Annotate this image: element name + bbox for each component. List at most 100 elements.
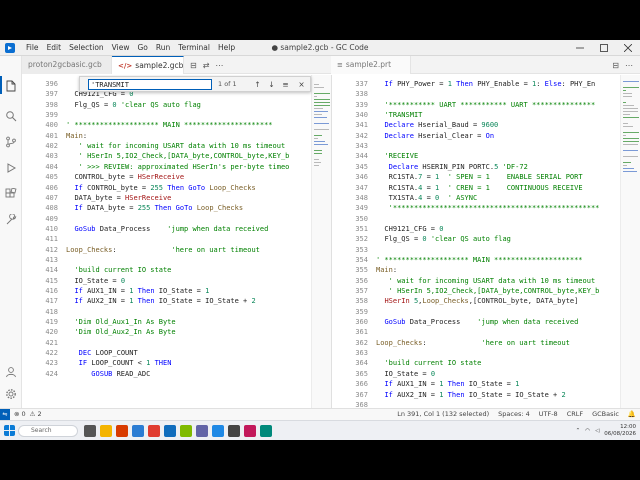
right-code-line[interactable]: CH9121_CFG = 0 xyxy=(376,224,443,234)
right-code-line[interactable]: Declare Hserial_Clear = On xyxy=(376,131,494,141)
diff-icon[interactable]: ⇄ xyxy=(200,61,213,70)
search-icon[interactable] xyxy=(5,110,17,122)
notifications-bell-icon[interactable]: 🔔 xyxy=(628,409,636,420)
pink-app-icon[interactable] xyxy=(244,425,256,437)
task-view-icon[interactable] xyxy=(84,425,96,437)
right-minimap[interactable] xyxy=(620,75,640,408)
find-input[interactable]: 'TRANSMIT xyxy=(88,79,212,90)
minimize-button[interactable] xyxy=(568,40,592,56)
left-code-line[interactable]: If DATA_byte = 255 Then GoTo Loop_Checks xyxy=(66,203,243,213)
green-app-icon[interactable] xyxy=(180,425,192,437)
menu-run[interactable]: Run xyxy=(152,40,174,56)
right-code-line[interactable]: ' ******************** MAIN ************… xyxy=(376,255,583,265)
left-code-line[interactable]: CONTROL_byte = HSerReceive xyxy=(66,172,184,182)
left-code-line[interactable]: If AUX1_IN = 1 Then IO_State = 1 xyxy=(66,286,209,296)
teams-app-icon[interactable] xyxy=(196,425,208,437)
tab-proton2gcbasic[interactable]: proton2gcbasic.gcb xyxy=(22,56,112,74)
red-app-icon[interactable] xyxy=(148,425,160,437)
mail-app-icon[interactable] xyxy=(164,425,176,437)
teal-app-icon[interactable] xyxy=(260,425,272,437)
find-previous-button[interactable]: ↑ xyxy=(252,77,263,92)
find-next-button[interactable]: ↓ xyxy=(266,77,277,92)
more-actions-icon[interactable]: ⋯ xyxy=(212,61,226,70)
menu-terminal[interactable]: Terminal xyxy=(174,40,214,56)
right-code-line[interactable]: RC1STA.7 = 1 ' SPEN = 1 ENABLE SERIAL PO… xyxy=(376,172,583,182)
right-code-line[interactable]: GoSub Data_Process 'jump when data recei… xyxy=(376,317,578,327)
right-code-line[interactable]: If PHY_Power = 1 Then PHY_Enable = 1: El… xyxy=(376,79,595,89)
right-code-line[interactable]: HSerIn 5,Loop_Checks,[CONTROL_byte, DATA… xyxy=(376,296,578,306)
right-code-line[interactable]: '***************************************… xyxy=(376,203,600,213)
find-in-selection-button[interactable]: ≡ xyxy=(280,77,291,92)
left-code-line[interactable]: 'Dim Old_Aux2_In As Byte xyxy=(66,327,175,337)
right-code-line[interactable]: Main: xyxy=(376,265,397,275)
menu-file[interactable]: File xyxy=(22,40,43,56)
language-mode[interactable]: GCBasic xyxy=(592,409,619,420)
right-code-line[interactable]: ' wait for incoming USART data with 10 m… xyxy=(376,276,596,286)
left-code-line[interactable]: DEC LOOP_COUNT xyxy=(66,348,138,358)
right-code-line[interactable]: IO_State = 0 xyxy=(376,369,435,379)
left-code-line[interactable]: ' wait for incoming USART data with 10 m… xyxy=(66,141,286,151)
right-code-line[interactable]: If AUX2_IN = 1 Then IO_State = IO_State … xyxy=(376,390,565,400)
right-code-line[interactable]: If AUX1_IN = 1 Then IO_State = 1 xyxy=(376,379,519,389)
right-code-line[interactable]: TX1STA.4 = 0 ' ASYNC xyxy=(376,193,478,203)
edge-browser-icon[interactable] xyxy=(132,425,144,437)
left-code-line[interactable]: GoSub Data_Process 'jump when data recei… xyxy=(66,224,268,234)
manage-gear-icon[interactable] xyxy=(5,388,17,400)
left-code-line[interactable]: Main: xyxy=(66,131,87,141)
indentation[interactable]: Spaces: 4 xyxy=(498,409,530,420)
right-code-line[interactable]: RC1STA.4 = 1 ' CREN = 1 CONTINUOUS RECEI… xyxy=(376,183,583,193)
encoding[interactable]: UTF-8 xyxy=(539,409,558,420)
cursor-position[interactable]: Ln 391, Col 1 (132 selected) xyxy=(397,409,489,420)
left-code-line[interactable]: Flg_QS = 0 'clear QS auto flag xyxy=(66,100,200,110)
file-explorer-icon[interactable] xyxy=(100,425,112,437)
remote-indicator[interactable]: ⇋ xyxy=(0,409,10,420)
right-code-line[interactable]: ' HSerIn 5,IO2_Check,[DATA_byte,CONTROL_… xyxy=(376,286,600,296)
right-code-line[interactable]: 'TRANSMIT xyxy=(376,110,422,120)
find-close-button[interactable]: × xyxy=(296,77,307,92)
close-window-button[interactable] xyxy=(616,40,640,56)
volume-icon[interactable]: ◁ xyxy=(595,428,599,434)
right-editor[interactable]: 337 338 339 340 341 342 343 344 345 346 347 348 349 3… xyxy=(331,75,640,408)
left-code-line[interactable]: If AUX2_IN = 1 Then IO_State = IO_State … xyxy=(66,296,255,306)
left-code-line[interactable]: IO_State = 0 xyxy=(66,276,125,286)
left-code-line[interactable]: ' >>> REVIEW: approximated HSerIn's per-… xyxy=(66,162,290,172)
left-code-line[interactable]: IF LOOP_COUNT < 1 THEN xyxy=(66,358,172,368)
left-code-line[interactable]: DATA_byte = HSerReceive xyxy=(66,193,171,203)
more-actions-right-icon[interactable]: ⋯ xyxy=(622,61,636,70)
right-code-line[interactable]: 'build current IO state xyxy=(376,358,481,368)
left-code-line[interactable]: Loop_Checks: 'here on uart timeout xyxy=(66,245,260,255)
split-editor-right-icon[interactable]: ⊟ xyxy=(609,61,622,70)
right-code-area[interactable]: If PHY_Power = 1 Then PHY_Enable = 1: El… xyxy=(376,75,618,408)
run-debug-icon[interactable] xyxy=(5,162,17,174)
right-code-line[interactable]: Flg_QS = 0 'clear QS auto flag xyxy=(376,234,510,244)
menu-go[interactable]: Go xyxy=(133,40,151,56)
left-code-line[interactable]: 'Dim Old_Aux1_In As Byte xyxy=(66,317,175,327)
left-code-line[interactable]: 'build current IO state xyxy=(66,265,171,275)
wrench-icon[interactable] xyxy=(5,214,17,226)
menu-edit[interactable]: Edit xyxy=(43,40,66,56)
menu-help[interactable]: Help xyxy=(214,40,239,56)
left-editor[interactable]: 396 397 398 399 400 401 402 403 404 405 406 407 408 4… xyxy=(22,75,331,408)
office-app-icon[interactable] xyxy=(116,425,128,437)
tab-sample2-prt[interactable]: ≡ sample2.prt xyxy=(331,56,411,74)
problems-indicator[interactable]: ⊗ 0 ⚠ 2 xyxy=(14,409,42,420)
wifi-icon[interactable]: ◠ xyxy=(585,428,590,434)
explorer-icon[interactable] xyxy=(5,80,17,92)
right-code-line[interactable]: 'RECEIVE xyxy=(376,151,418,161)
gc-code-taskbar-icon[interactable] xyxy=(212,425,224,437)
source-control-icon[interactable] xyxy=(5,136,17,148)
right-code-line[interactable]: Loop_Checks: 'here on uart timeout xyxy=(376,338,570,348)
left-code-line[interactable]: If CONTROL_byte = 255 Then GoTo Loop_Che… xyxy=(66,183,255,193)
left-code-line[interactable]: GOSUB READ_ADC xyxy=(66,369,150,379)
right-code-line[interactable]: Declare Hserial_Baud = 9600 xyxy=(376,120,498,130)
maximize-button[interactable] xyxy=(592,40,616,56)
right-code-line[interactable]: Declare HSERIN_PIN PORTC.5 'DF-72 xyxy=(376,162,528,172)
left-code-line[interactable]: ' HSerIn 5,IO2_Check,[DATA_byte,CONTROL_… xyxy=(66,151,290,161)
terminal-app-icon[interactable] xyxy=(228,425,240,437)
taskbar-clock[interactable]: 12:00 06/08/2026 xyxy=(604,424,636,438)
line-ending[interactable]: CRLF xyxy=(567,409,583,420)
extensions-icon[interactable] xyxy=(5,188,17,200)
menu-view[interactable]: View xyxy=(108,40,134,56)
left-minimap[interactable] xyxy=(311,75,331,408)
left-code-line[interactable]: ' ******************** MAIN ************… xyxy=(66,120,273,130)
